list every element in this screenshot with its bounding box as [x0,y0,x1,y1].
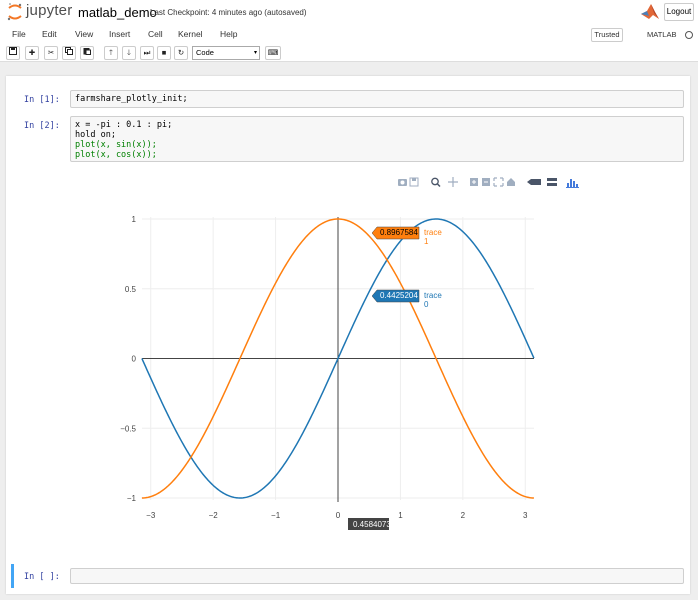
x-tick-label: 1 [398,511,403,520]
cell-type-select[interactable]: Code ▾ [192,46,260,60]
y-tick-label: 1 [132,215,137,224]
x-tick-label: −1 [271,511,281,520]
cut-button[interactable]: ✂ [44,46,58,60]
cut-icon: ✂ [47,48,55,57]
menu-view[interactable]: View [75,29,93,39]
refresh-icon: ↻ [177,48,185,57]
menu-kernel[interactable]: Kernel [178,29,203,39]
code-cell-3[interactable]: In [ ]: [6,568,690,586]
save-button[interactable] [6,46,20,60]
arrow-down-icon: 🡓 [127,48,131,57]
copy-icon [65,47,73,55]
run-button[interactable]: ⏭ [140,46,154,60]
menu-insert[interactable]: Insert [109,29,130,39]
logout-label: Logout [666,7,692,16]
stop-icon: ■ [161,48,167,57]
command-palette-button[interactable]: ⌨ [265,46,281,60]
move-up-button[interactable]: 🡑 [104,46,118,60]
menu-cell[interactable]: Cell [148,29,163,39]
hover-value: 0.4425204 [380,291,418,300]
input-prompt: In [ ]: [24,572,60,582]
x-tick-label: −2 [209,511,219,520]
jupyter-logo[interactable]: jupyter [6,2,72,22]
plus-icon: ✚ [28,48,36,57]
notebook-title[interactable]: matlab_demo [78,5,157,20]
x-tick-label: 2 [461,511,466,520]
menu-edit[interactable]: Edit [42,29,57,39]
paste-icon [83,48,91,55]
notebook-container: In [1]: farmshare_plotly_init; In [2]: x… [6,76,690,594]
y-tick-label: 0.5 [125,285,137,294]
y-tick-label: −1 [127,494,137,503]
menubar: File Edit View Insert Cell Kernel Help T… [0,26,698,44]
copy-button[interactable] [62,46,76,60]
toolbar: ✚ ✂ 🡑 🡓 ⏭ ■ ↻ Code ▾ ⌨ [0,44,698,62]
plot-tick-labels: −3 −2 −1 0 1 2 3 −1 −0.5 0 0.5 1 [120,215,528,520]
kernel-status-icon [685,31,693,39]
code-input[interactable] [70,568,684,584]
jupyter-logo-icon [7,3,22,21]
logout-button[interactable]: Logout [664,3,694,21]
hover-value: 0.8967584 [380,228,418,237]
paste-button[interactable] [80,46,94,60]
save-icon [9,47,17,55]
x-tick-label: 0 [336,511,341,520]
trusted-indicator[interactable]: Trusted [591,28,623,42]
matlab-logo-icon [641,4,659,19]
keyboard-icon: ⌨ [267,48,279,57]
plot-area[interactable]: −3 −2 −1 0 1 2 3 −1 −0.5 0 0.5 1 [6,76,690,546]
chevron-down-icon: ▾ [253,50,257,56]
y-tick-label: −0.5 [120,424,136,433]
move-down-button[interactable]: 🡓 [122,46,136,60]
x-tick-label: 3 [523,511,528,520]
jupyter-logo-text: jupyter [26,2,73,19]
restart-button[interactable]: ↻ [174,46,188,60]
interrupt-button[interactable]: ■ [157,46,171,60]
menu-file[interactable]: File [12,29,26,39]
checkpoint-status: Last Checkpoint: 4 minutes ago (autosave… [150,8,307,17]
x-tick-label: −3 [146,511,156,520]
hover-trace-name: trace 1 [424,228,442,246]
hover-trace-name: trace 0 [424,291,442,309]
header-bar: jupyter matlab_demo Last Checkpoint: 4 m… [0,0,698,26]
step-forward-icon: ⏭ [143,48,151,57]
hover-x-label: 0.4584073 [348,518,391,530]
arrow-up-icon: 🡑 [109,48,113,57]
kernel-name: MATLAB [647,30,677,39]
cell-type-value: Code [196,48,214,57]
hover-x-value: 0.4584073 [353,520,391,529]
y-tick-label: 0 [132,355,137,364]
insert-cell-button[interactable]: ✚ [25,46,39,60]
menu-help[interactable]: Help [220,29,237,39]
